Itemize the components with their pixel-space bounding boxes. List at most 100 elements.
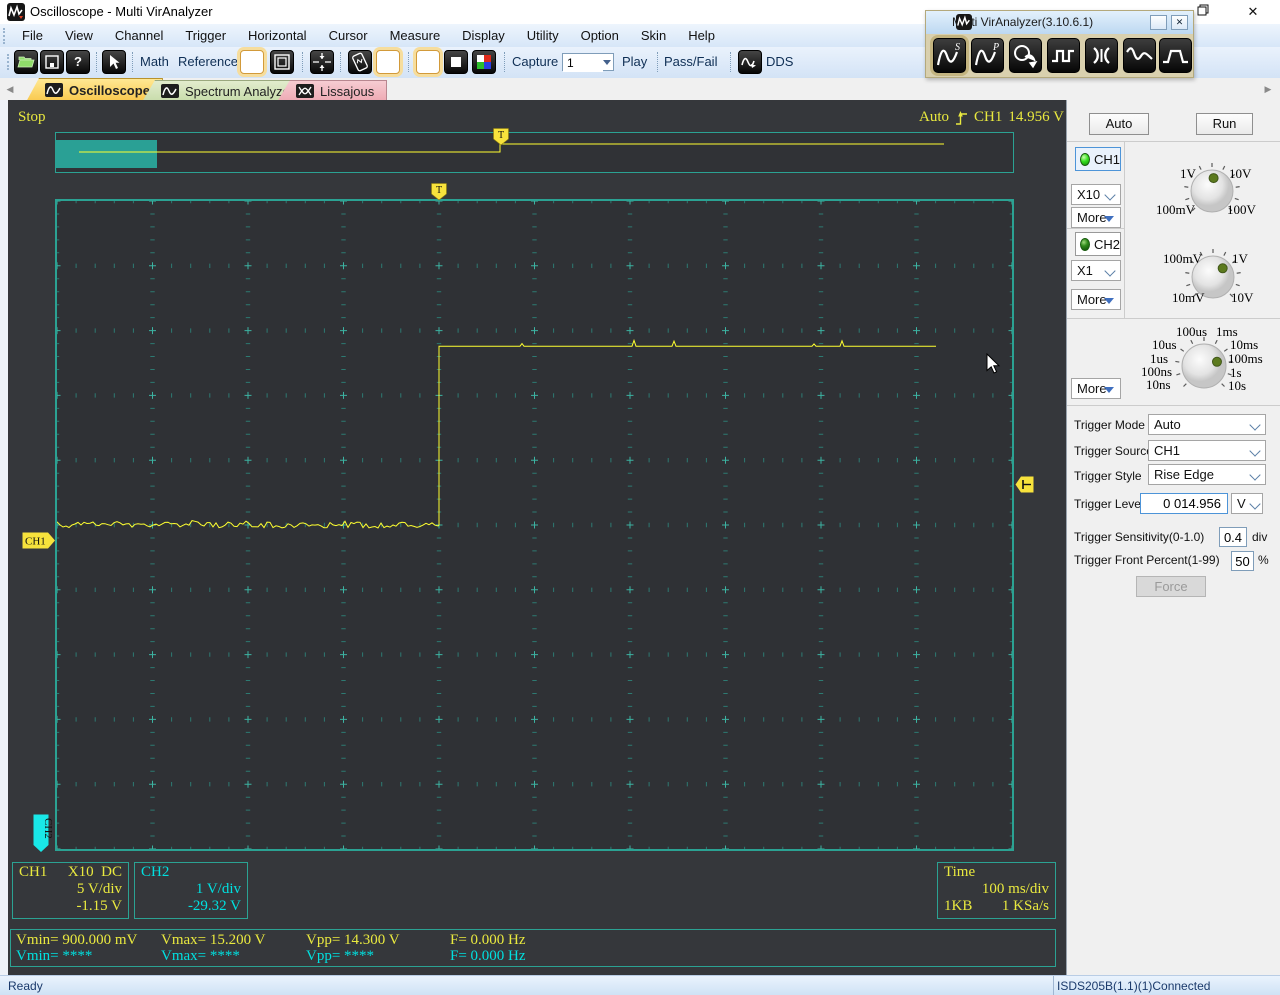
- force-trigger-button[interactable]: Force: [1136, 576, 1206, 597]
- separator: [730, 52, 731, 72]
- menu-utility[interactable]: Utility: [516, 25, 570, 46]
- trigger-level-input[interactable]: [1140, 493, 1228, 514]
- spectrum-mode-icon[interactable]: P: [971, 38, 1004, 73]
- side-panel-toggle-button[interactable]: [240, 50, 264, 74]
- datalogger-mode-icon[interactable]: [1009, 38, 1042, 73]
- scope-display[interactable]: [53, 197, 1016, 853]
- ch2-more-label: More: [1077, 292, 1107, 307]
- timebase-more-dropdown[interactable]: More: [1071, 378, 1121, 399]
- mini-dropdown-button[interactable]: ▼: [1150, 15, 1184, 30]
- auto-setup-button[interactable]: Auto: [1089, 113, 1149, 135]
- trigger-level-label: Trigger Level: [1074, 497, 1144, 511]
- trigger-position-flag[interactable]: T: [431, 183, 447, 201]
- trigger-level-unit: V: [1237, 496, 1246, 511]
- timebase-knob[interactable]: [1175, 337, 1233, 389]
- stop-draw-button[interactable]: [444, 50, 468, 74]
- trigger-readout-source: CH1: [974, 109, 1003, 125]
- chevron-down-icon: [1104, 265, 1116, 277]
- ch1-scale: 5 V/div: [76, 881, 122, 897]
- ch2-readout-box: CH2 1 V/div -29.32 V: [134, 862, 248, 919]
- color-palette-button[interactable]: [472, 50, 496, 74]
- tab-label: Lissajous: [320, 83, 375, 99]
- ch1-vmin: Vmin= 900.000 mV: [16, 932, 138, 948]
- mini-window-title-bar[interactable]: Multi VirAnalyzer(3.10.6.1) ▼ ✕: [926, 11, 1193, 34]
- svg-text:P: P: [992, 42, 999, 53]
- ch1-vpp: Vpp= 14.300 V: [306, 932, 400, 948]
- ch2-name: CH2: [141, 864, 170, 880]
- trigger-level-flag[interactable]: [1015, 476, 1034, 493]
- tab-scroll-left-icon[interactable]: ◀: [3, 82, 17, 96]
- ch2-scale: 1 V/div: [195, 881, 241, 897]
- svg-text:T: T: [436, 185, 442, 196]
- ch2-position-flag[interactable]: CH2: [33, 814, 54, 853]
- full-window-button[interactable]: [270, 50, 294, 74]
- toolbar-grip: [7, 54, 12, 70]
- pass-fail-button[interactable]: Pass/Fail: [664, 53, 717, 71]
- menu-help[interactable]: Help: [677, 25, 726, 46]
- trigger-style-select[interactable]: Rise Edge: [1148, 464, 1266, 485]
- ch1-enable-button[interactable]: CH1: [1075, 147, 1121, 171]
- ch2-knob-label-10v: 10V: [1231, 290, 1254, 305]
- chevron-down-icon: [1104, 189, 1116, 201]
- menu-trigger[interactable]: Trigger: [174, 25, 237, 46]
- trigger-source-select[interactable]: CH1: [1148, 440, 1266, 461]
- reference-button[interactable]: Reference: [178, 53, 238, 71]
- ch2-probe-select[interactable]: X1: [1071, 260, 1121, 281]
- ch2-more-dropdown[interactable]: More: [1071, 289, 1121, 310]
- help-button[interactable]: ?: [66, 50, 90, 74]
- mini-window-title: Multi VirAnalyzer(3.10.6.1): [952, 15, 1094, 29]
- math-button[interactable]: Math: [140, 53, 169, 71]
- dds-icon[interactable]: [738, 50, 762, 74]
- menu-view[interactable]: View: [54, 25, 104, 46]
- menu-option[interactable]: Option: [570, 25, 630, 46]
- oscilloscope-mode-icon[interactable]: S: [933, 38, 966, 73]
- ch1-probe-select[interactable]: X10: [1071, 184, 1121, 205]
- trigger-style-label: Trigger Style: [1074, 469, 1142, 483]
- run-stop-button[interactable]: Run: [1196, 113, 1253, 135]
- ch1-position-flag[interactable]: CH1: [22, 532, 56, 549]
- menu-measure[interactable]: Measure: [379, 25, 452, 46]
- tab-lissajous[interactable]: Lissajous: [277, 80, 388, 102]
- tilt-device-button[interactable]: [348, 50, 372, 74]
- trigger-level-unit-select[interactable]: V: [1231, 493, 1263, 514]
- menu-skin[interactable]: Skin: [630, 25, 677, 46]
- sample-rate: 1 KSa/s: [1001, 898, 1049, 914]
- square-wave-mode-icon[interactable]: [1047, 38, 1080, 73]
- tab-oscilloscope[interactable]: Oscilloscope: [26, 78, 163, 102]
- tab-scroll-right-icon[interactable]: ▶: [1261, 82, 1275, 96]
- chevron-down-icon[interactable]: [603, 60, 611, 69]
- mini-close-icon[interactable]: ✕: [1171, 15, 1188, 30]
- pulse-mode-icon[interactable]: [1159, 38, 1192, 73]
- ch2-knob-label-1v: 1V: [1232, 251, 1248, 266]
- trigger-mode-select[interactable]: Auto: [1148, 414, 1266, 435]
- trigger-sensitivity-input[interactable]: [1219, 527, 1247, 547]
- menu-cursor[interactable]: Cursor: [318, 25, 379, 46]
- ch2-enable-button[interactable]: CH2: [1075, 232, 1121, 256]
- divider: [1067, 228, 1124, 229]
- capture-count-input[interactable]: [563, 54, 603, 72]
- capture-count-combo[interactable]: [562, 53, 614, 72]
- pointer-tool-button[interactable]: [102, 50, 126, 74]
- line-draw-button[interactable]: [416, 50, 440, 74]
- menu-display[interactable]: Display: [451, 25, 516, 46]
- trigger-front-input[interactable]: [1231, 551, 1254, 571]
- menu-horizontal[interactable]: Horizontal: [237, 25, 318, 46]
- buffer-preview-bar[interactable]: [55, 132, 1014, 173]
- status-device: ISDS205B(1.1)(1)Connected: [1057, 979, 1211, 993]
- dds-button[interactable]: DDS: [766, 53, 793, 71]
- sweep-mode-icon[interactable]: [1123, 38, 1156, 73]
- menu-file[interactable]: File: [11, 25, 54, 46]
- save-button[interactable]: [40, 50, 64, 74]
- preview-trigger-position-flag[interactable]: T: [493, 128, 509, 146]
- separator: [340, 52, 341, 72]
- open-file-button[interactable]: [14, 50, 38, 74]
- ch1-vmax: Vmax= 15.200 V: [161, 932, 266, 948]
- ch2-vmin: Vmin= ****: [16, 948, 93, 964]
- collapse-center-button[interactable]: [310, 50, 334, 74]
- close-icon[interactable]: ✕: [1238, 2, 1268, 22]
- audio-wave-mode-icon[interactable]: [1085, 38, 1118, 73]
- play-button[interactable]: Play: [622, 53, 647, 71]
- grid-3d-button[interactable]: [376, 50, 400, 74]
- ch1-more-dropdown[interactable]: More: [1071, 207, 1121, 228]
- menu-channel[interactable]: Channel: [104, 25, 174, 46]
